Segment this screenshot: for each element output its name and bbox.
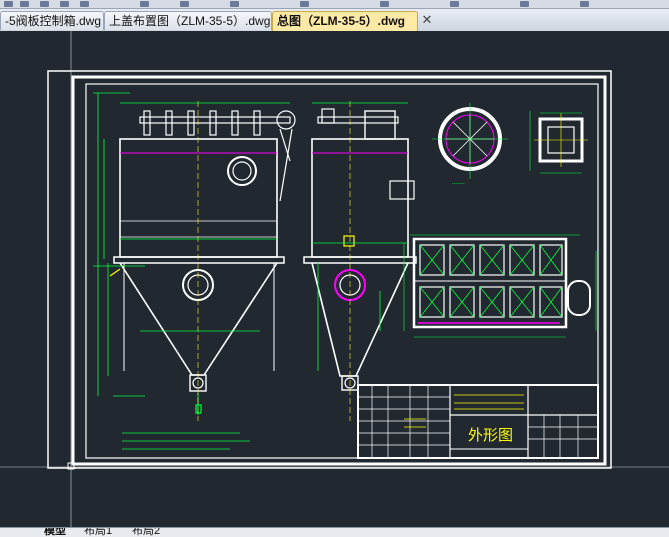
toolbar-icon[interactable] xyxy=(380,1,389,7)
tab-file-2[interactable]: 上盖布置图（ZLM-35-5）.dwg xyxy=(104,11,272,30)
side-view xyxy=(303,101,417,421)
sheet-outer-border xyxy=(47,70,612,469)
toolbar-icon[interactable] xyxy=(4,1,13,7)
drawing-frame xyxy=(85,83,599,459)
toolbar-icon[interactable] xyxy=(230,1,239,7)
technical-notes xyxy=(122,432,250,450)
toolbar-strip xyxy=(0,0,669,9)
title-block xyxy=(357,384,599,459)
toolbar-icon[interactable] xyxy=(180,1,189,7)
title-block-drawing-name: 外形图 xyxy=(468,426,513,444)
toolbar-icon[interactable] xyxy=(20,1,29,7)
front-view xyxy=(109,101,296,421)
tab-file-3-active[interactable]: 总图（ZLM-35-5）.dwg xyxy=(272,11,418,31)
file-tab-bar: -5阀板控制箱.dwg 上盖布置图（ZLM-35-5）.dwg 总图（ZLM-3… xyxy=(0,9,669,32)
toolbar-icon[interactable] xyxy=(580,1,589,7)
toolbar-icon[interactable] xyxy=(80,1,89,7)
toolbar-icon[interactable] xyxy=(520,1,529,7)
plan-view xyxy=(403,234,597,338)
drawing-canvas[interactable]: ------- 外形图 xyxy=(0,31,669,527)
side-view-dimensions xyxy=(312,102,408,371)
toolbar-icon[interactable] xyxy=(140,1,149,7)
close-tab-icon[interactable]: ✕ xyxy=(420,13,434,27)
tab-file-1[interactable]: -5阀板控制箱.dwg xyxy=(0,11,104,30)
square-flange-detail xyxy=(529,111,588,174)
toolbar-icon[interactable] xyxy=(300,1,309,7)
toolbar-icon[interactable] xyxy=(60,1,69,7)
svg-text:-------: ------- xyxy=(452,181,465,187)
sheet-frame xyxy=(71,75,607,466)
flange-detail xyxy=(432,103,508,179)
toolbar-icon[interactable] xyxy=(450,1,459,7)
toolbar-icon[interactable] xyxy=(40,1,49,7)
